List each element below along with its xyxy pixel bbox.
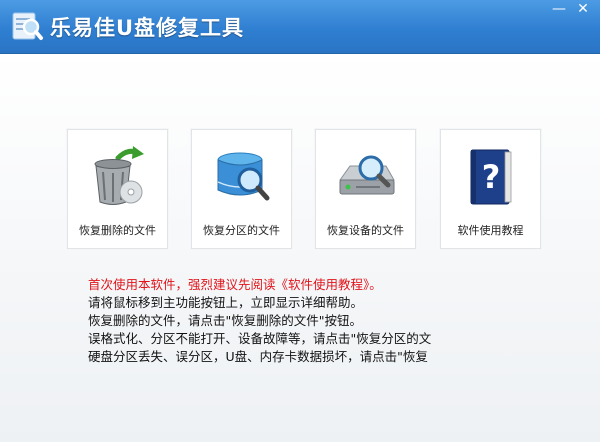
- help-line-hover-hint: 请将鼠标移到主功能按钮上，立即显示详细帮助。: [88, 295, 364, 310]
- minimize-button[interactable]: —: [548, 0, 570, 20]
- close-button[interactable]: ✕: [572, 0, 594, 20]
- help-book-icon: ?: [470, 149, 512, 205]
- disk-magnifier-icon: [217, 152, 270, 201]
- tile-label: 软件使用教程: [457, 224, 524, 237]
- svg-text:?: ?: [482, 158, 501, 196]
- help-line-device-hint: 硬盘分区丢失、误分区，U盘、内存卡数据损坏，请点击"恢复: [88, 349, 428, 364]
- help-line-partition-hint: 误格式化、分区不能打开、设备故障等，请点击"恢复分区的文: [88, 331, 432, 346]
- tile-label: 恢复删除的文件: [79, 224, 156, 237]
- recover-deleted-files-button[interactable]: 恢复删除的文件: [67, 129, 168, 249]
- recycle-bin-icon: [94, 146, 144, 205]
- help-text: 首次使用本软件，强烈建议先阅读《软件使用教程》。 请将鼠标移到主功能按钮上，立即…: [88, 276, 508, 366]
- tile-label: 恢复分区的文件: [203, 224, 280, 237]
- app-logo-icon: [12, 12, 43, 40]
- title-bar[interactable]: 乐易佳U盘修复工具 — ✕: [0, 0, 600, 54]
- main-content: 恢复删除的文件 恢复分区的文件 恢复设备的文件 ? 软件使用教程 首次使用本软件…: [0, 54, 600, 442]
- help-line-tutorial-hint: 首次使用本软件，强烈建议先阅读《软件使用教程》。: [88, 277, 382, 292]
- app-window: 乐易佳U盘修复工具 — ✕ 恢复删除的文件 恢复分区的文件 恢复设备的文件 ? …: [0, 0, 600, 442]
- app-title: 乐易佳U盘修复工具: [50, 16, 245, 40]
- recover-partition-files-button[interactable]: 恢复分区的文件: [191, 129, 292, 249]
- drive-magnifier-icon: [339, 155, 395, 195]
- software-tutorial-button[interactable]: ? 软件使用教程: [440, 129, 541, 249]
- tile-label: 恢复设备的文件: [327, 224, 404, 237]
- help-line-deleted-hint: 恢复删除的文件，请点击"恢复删除的文件"按钮。: [88, 313, 362, 328]
- recover-device-files-button[interactable]: 恢复设备的文件: [315, 129, 416, 249]
